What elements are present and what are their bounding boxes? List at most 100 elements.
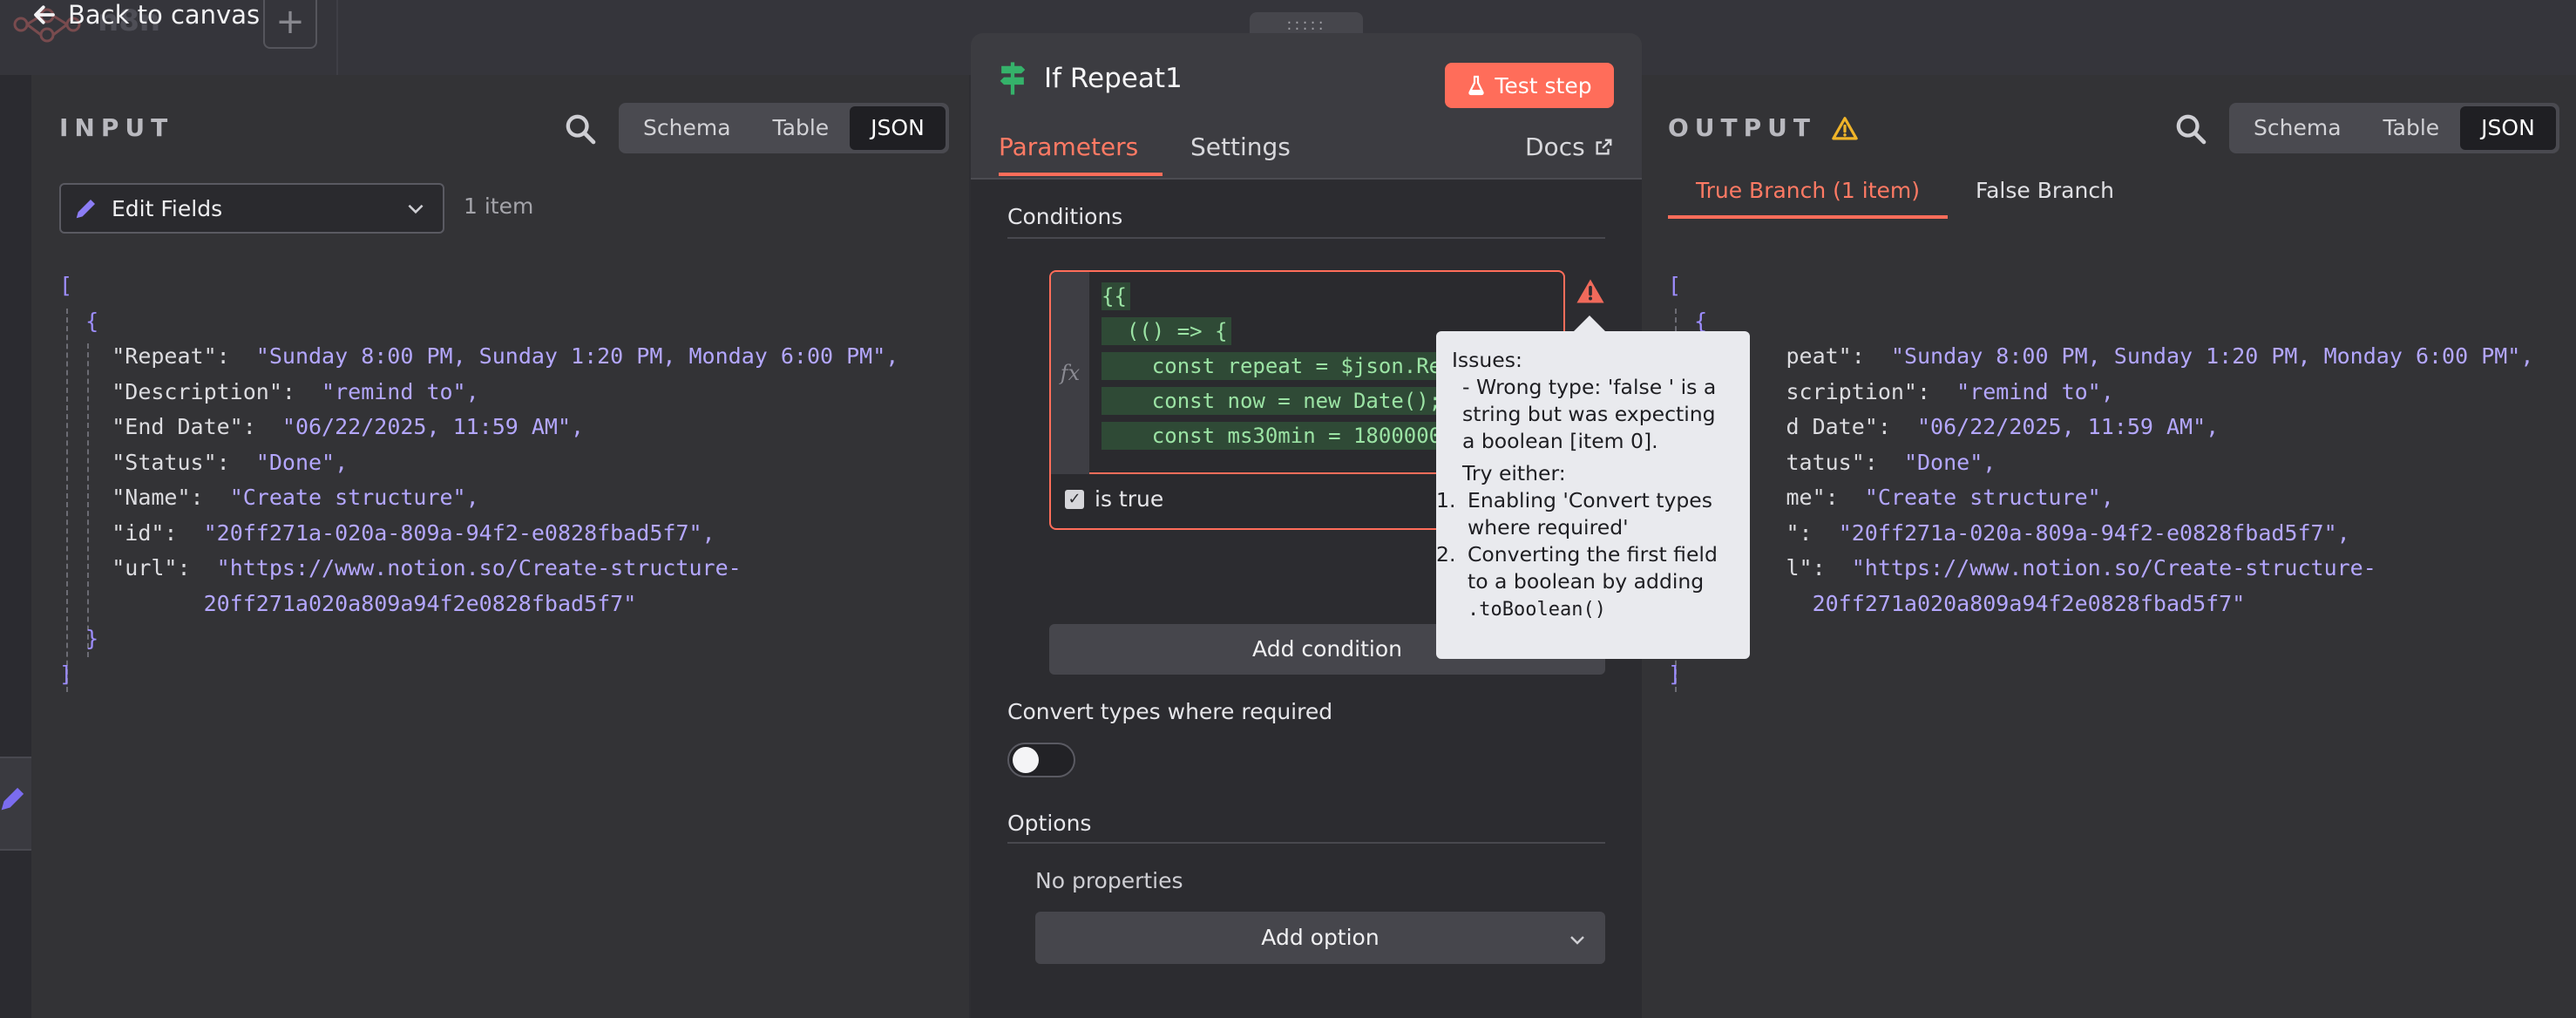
docs-link[interactable]: Docs: [1525, 132, 1613, 161]
add-option-button[interactable]: Add option: [1035, 912, 1605, 964]
code-line: const ms30min = 1800000: [1102, 422, 1446, 450]
input-json-view: [ { "Repeat": "Sunday 8:00 PM, Sunday 1:…: [59, 268, 898, 692]
tab-false-branch[interactable]: False Branch: [1948, 169, 2142, 219]
input-node-select[interactable]: Edit Fields: [59, 183, 444, 234]
code-line: {{: [1102, 282, 1130, 310]
add-button[interactable]: +: [263, 0, 317, 49]
suggestion-code: .toBoolean(): [1468, 599, 1606, 621]
pencil-icon: [76, 200, 95, 219]
tooltip-arrow: [1574, 316, 1605, 331]
back-label: Back to canvas: [68, 0, 261, 30]
suggestion-text: Enabling 'Convert types where required': [1468, 488, 1712, 540]
tab-settings[interactable]: Settings: [1190, 132, 1291, 161]
node-name[interactable]: If Repeat1: [1044, 63, 1183, 94]
json-value: "remind to",: [1956, 378, 2114, 404]
input-tab-json[interactable]: JSON: [850, 106, 946, 150]
json-close-brace: }: [85, 626, 99, 651]
warning-icon: [1832, 116, 1858, 139]
json-open-bracket: [: [1668, 273, 1682, 298]
test-step-button[interactable]: Test step: [1445, 63, 1614, 108]
suggestion-text: Converting the first field to a boolean …: [1468, 542, 1718, 594]
chevron-down-icon: [1570, 936, 1584, 945]
json-key: "Name":: [112, 485, 204, 510]
json-key: "Repeat":: [112, 343, 230, 369]
test-step-label: Test step: [1495, 72, 1592, 98]
conditions-divider: [1007, 237, 1605, 239]
conditions-heading: Conditions: [1007, 204, 1123, 229]
tab-parameters[interactable]: Parameters: [999, 132, 1138, 161]
issues-tooltip: Issues: - Wrong type: 'false ' is a stri…: [1436, 316, 1750, 659]
signpost-icon: [1000, 62, 1026, 95]
input-item-count: 1 item: [464, 193, 534, 219]
json-open-bracket: [: [59, 273, 73, 298]
add-option-label: Add option: [1261, 925, 1380, 950]
search-icon[interactable]: [563, 112, 598, 146]
back-to-canvas-link[interactable]: Back to canvas: [31, 0, 260, 30]
json-value: "Sunday 8:00 PM, Sunday 1:20 PM, Monday …: [1890, 343, 2534, 369]
json-key: l":: [1786, 555, 1826, 580]
json-value: "06/22/2025, 11:59 AM",: [281, 414, 585, 439]
fx-icon: fx: [1051, 272, 1089, 474]
output-title-row: OUTPUT: [1668, 113, 1858, 142]
output-title: OUTPUT: [1668, 113, 1816, 142]
options-divider: [1007, 842, 1605, 844]
warning-icon[interactable]: [1576, 277, 1605, 305]
json-key: scription":: [1786, 378, 1931, 404]
code-line: const repeat = $json.Re: [1102, 352, 1446, 380]
flask-icon: [1468, 75, 1485, 96]
json-value: "Sunday 8:00 PM, Sunday 1:20 PM, Monday …: [255, 343, 899, 369]
active-tab-indicator: [999, 173, 1163, 176]
json-key: ":: [1786, 519, 1813, 546]
output-tab-table[interactable]: Table: [2362, 106, 2461, 150]
output-panel: OUTPUT Schema Table JSON True Branch (1 …: [1640, 75, 2576, 1018]
json-key: "End Date":: [112, 414, 256, 439]
node-tabs: Parameters Settings Docs: [971, 120, 1642, 180]
json-value: "Create structure",: [1864, 485, 2114, 510]
external-link-icon: [1596, 139, 1612, 155]
arrow-left-icon: [34, 5, 55, 24]
json-key: "Description":: [112, 378, 295, 404]
options-heading: Options: [1007, 811, 1092, 836]
input-node-select-value: Edit Fields: [112, 195, 223, 221]
json-value: "Create structure",: [229, 485, 479, 510]
toggle-knob: [1013, 747, 1039, 773]
header-divider: [336, 0, 338, 75]
json-key: peat":: [1786, 343, 1865, 369]
json-key: me":: [1786, 485, 1839, 510]
json-value: "https://www.notion.so/Create-structure-: [216, 555, 742, 580]
tab-true-branch[interactable]: True Branch (1 item): [1668, 169, 1949, 219]
convert-types-toggle[interactable]: [1007, 743, 1075, 777]
code-line: const now = new Date();: [1102, 387, 1446, 415]
suggestion-list: 1. Enabling 'Convert types where required…: [1436, 487, 1734, 623]
operator-label: is true: [1095, 486, 1164, 512]
json-value: "06/22/2025, 11:59 AM",: [1917, 414, 2220, 439]
input-title: INPUT: [59, 113, 174, 142]
json-value: "20ff271a-020a-809a-94f2-e0828fbad5f7",: [1838, 519, 2350, 546]
output-tab-json[interactable]: JSON: [2460, 106, 2556, 150]
suggestion-number: 1.: [1436, 488, 1456, 512]
json-key: "Status":: [112, 449, 230, 475]
docs-label: Docs: [1525, 132, 1585, 161]
input-panel: INPUT Schema Table JSON Edit Fields 1 it…: [31, 75, 969, 1018]
json-value: "https://www.notion.so/Create-structure-: [1851, 555, 2376, 580]
json-key: d Date":: [1786, 414, 1891, 439]
output-json-view: [ { peat": "Sunday 8:00 PM, Sunday 1:20 …: [1668, 268, 2533, 692]
json-value-continued: 20ff271a020a809a94f2e0828fbad5f7": [203, 590, 637, 616]
search-icon[interactable]: [2173, 112, 2208, 146]
code-line: (() => {: [1102, 317, 1231, 345]
input-tab-schema[interactable]: Schema: [622, 106, 752, 150]
branch-tabs: True Branch (1 item) False Branch: [1668, 169, 2142, 219]
input-view-switcher: Schema Table JSON: [619, 103, 949, 153]
checkbox-icon: ✓: [1065, 489, 1084, 509]
issue-text: - Wrong type: 'false ' is a string but w…: [1462, 375, 1717, 453]
json-value: "remind to",: [322, 378, 479, 404]
output-tab-schema[interactable]: Schema: [2233, 106, 2362, 150]
no-properties-text: No properties: [1035, 868, 1183, 893]
pencil-icon: [1, 787, 24, 811]
operator-select[interactable]: ✓ is true: [1065, 486, 1163, 512]
try-either-label: Try either:: [1462, 461, 1566, 485]
json-value: "20ff271a-020a-809a-94f2-e0828fbad5f7",: [203, 519, 715, 546]
json-value: "Done",: [1903, 449, 1996, 475]
suggestion-number: 2.: [1436, 542, 1456, 567]
input-tab-table[interactable]: Table: [752, 106, 851, 150]
